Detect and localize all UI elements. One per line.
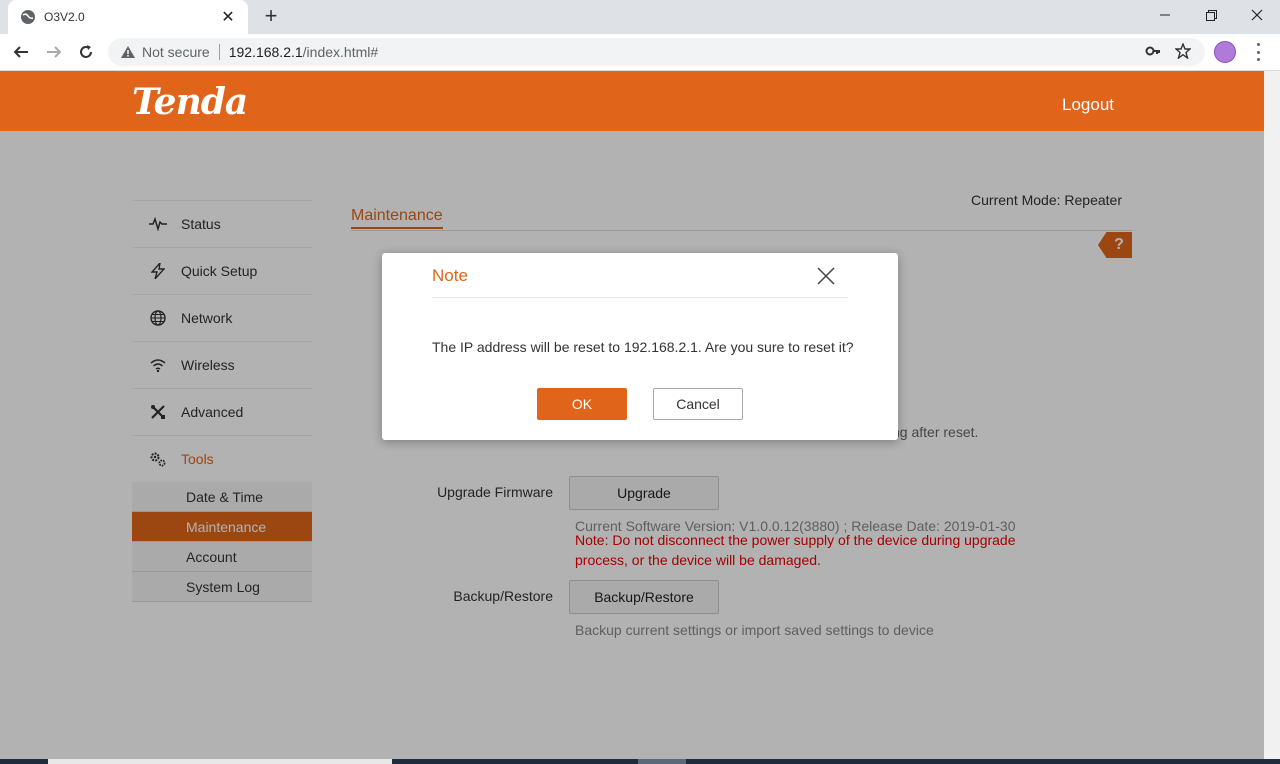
minimize-icon xyxy=(1160,14,1170,16)
ok-button[interactable]: OK xyxy=(537,388,627,420)
taskbar-search[interactable] xyxy=(48,759,392,764)
close-window-icon xyxy=(1251,9,1263,21)
back-button[interactable] xyxy=(9,40,33,64)
browser-tab[interactable]: O3V2.0 ✕ xyxy=(8,0,248,34)
url-path: /index.html# xyxy=(302,44,379,60)
close-icon[interactable] xyxy=(816,266,836,286)
restore-button[interactable] xyxy=(1188,0,1234,30)
back-arrow-icon xyxy=(13,46,28,58)
browser-toolbar: Not secure 192.168.2.1/index.html# xyxy=(0,34,1280,71)
new-tab-button[interactable]: + xyxy=(260,5,282,27)
profile-avatar[interactable] xyxy=(1214,41,1236,63)
bookmark-star-icon[interactable] xyxy=(1175,43,1191,59)
restore-icon xyxy=(1205,9,1217,21)
omnibox-separator xyxy=(218,44,220,60)
modal-overlay[interactable] xyxy=(0,131,1264,764)
not-secure-label[interactable]: Not secure xyxy=(142,44,210,60)
forward-arrow-icon xyxy=(47,46,62,58)
close-window-button[interactable] xyxy=(1234,0,1280,30)
os-taskbar xyxy=(0,759,1280,764)
reload-button[interactable] xyxy=(74,40,98,64)
page-scrollbar[interactable] xyxy=(1264,71,1280,764)
browser-tab-bar: O3V2.0 ✕ + xyxy=(0,0,1280,34)
address-bar[interactable]: Not secure 192.168.2.1/index.html# xyxy=(108,38,1205,66)
taskbar-app[interactable] xyxy=(638,759,686,764)
warning-triangle-icon xyxy=(121,46,135,58)
dialog-divider xyxy=(432,297,848,298)
key-icon[interactable] xyxy=(1145,43,1161,59)
close-tab-icon[interactable]: ✕ xyxy=(220,7,236,27)
dialog-message: The IP address will be reset to 192.168.… xyxy=(432,339,854,355)
globe-favicon-icon xyxy=(21,10,35,24)
dialog-title: Note xyxy=(432,266,468,285)
url-text[interactable]: 192.168.2.1/index.html# xyxy=(229,44,378,60)
confirm-dialog: Note The IP address will be reset to 192… xyxy=(382,253,898,440)
url-host: 192.168.2.1 xyxy=(228,44,303,60)
page-header: Tenda Logout xyxy=(0,71,1264,131)
logout-link[interactable]: Logout xyxy=(1062,95,1114,115)
cancel-button[interactable]: Cancel xyxy=(653,388,743,420)
omnibox-actions xyxy=(1145,43,1191,59)
reload-icon xyxy=(80,45,92,58)
tab-title: O3V2.0 xyxy=(44,10,85,24)
browser-menu-icon[interactable] xyxy=(1252,43,1264,61)
minimize-button[interactable] xyxy=(1142,0,1188,30)
tenda-logo: Tenda xyxy=(132,81,248,123)
forward-button[interactable] xyxy=(42,40,66,64)
